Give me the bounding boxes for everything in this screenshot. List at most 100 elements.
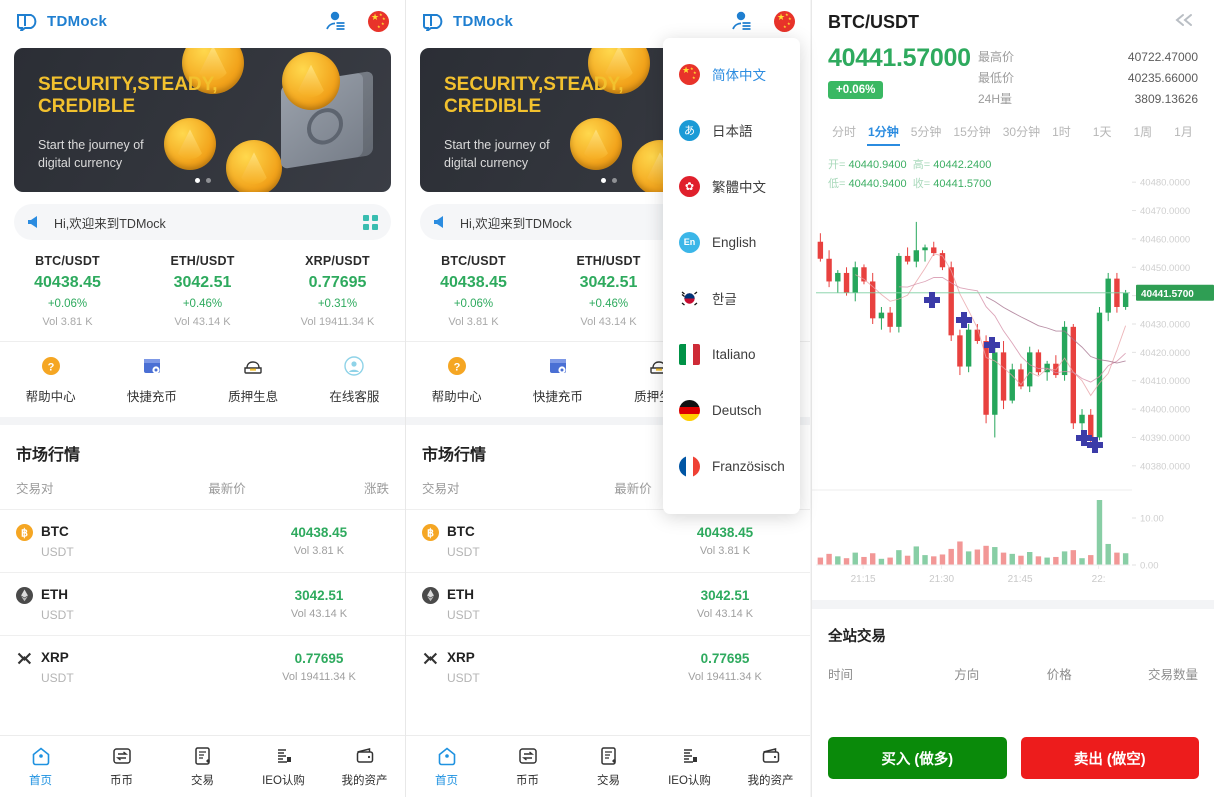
header-icons: ★ ★ ★ ★ ★ bbox=[324, 10, 389, 32]
tab-assets[interactable]: 我的资产 bbox=[730, 745, 810, 788]
row-volume: Vol 43.14 K bbox=[696, 608, 754, 620]
notice-bar[interactable]: Hi,欢迎来到TDMock bbox=[14, 204, 391, 240]
quick-entry-deposit[interactable]: 快捷充币 bbox=[101, 354, 202, 405]
user-account-icon[interactable] bbox=[324, 10, 346, 32]
interval-tab-1d[interactable]: 1天 bbox=[1087, 123, 1118, 146]
phone-panel-primary: TDMock ★ ★ ★ ★ ★ SECURITY,STEADY, CREDIB… bbox=[0, 0, 405, 797]
ticker-card[interactable]: ETH/USDT 3042.51 +0.46% Vol 43.14 K bbox=[135, 254, 270, 328]
tab-trade[interactable]: 交易 bbox=[568, 745, 649, 788]
stat-value: 40722.47000 bbox=[1127, 50, 1198, 64]
row-symbol: XRP bbox=[447, 650, 475, 665]
language-switch-button[interactable]: ★ ★ ★ ★ ★ bbox=[774, 10, 795, 32]
language-option-de[interactable]: Deutsch bbox=[663, 382, 800, 438]
quick-entry-support[interactable]: 在线客服 bbox=[304, 354, 405, 405]
ticker-change: +0.06% bbox=[47, 298, 88, 310]
row-price: 40438.45 bbox=[290, 525, 348, 540]
brand-logo[interactable]: TDMock bbox=[422, 12, 513, 34]
ticker-card[interactable]: BTC/USDT 40438.45 +0.06% Vol 3.81 K bbox=[406, 254, 541, 328]
quick-entry-stake[interactable]: 质押生息 bbox=[203, 354, 304, 405]
ticker-card[interactable]: BTC/USDT 40438.45 +0.06% Vol 3.81 K bbox=[0, 254, 135, 328]
interval-tab-30m[interactable]: 30分钟 bbox=[997, 123, 1046, 146]
tab-home[interactable]: 首页 bbox=[0, 745, 81, 788]
table-row[interactable]: ฿ BTCUSDT 40438.45 Vol 3.81 K +0.06% bbox=[406, 509, 810, 572]
quick-entry-help[interactable]: ? 帮助中心 bbox=[0, 354, 101, 405]
banner-dot[interactable] bbox=[205, 178, 211, 183]
ohlc-open-value: 40440.9400 bbox=[848, 159, 907, 171]
ohlc-open-label: 开= bbox=[828, 159, 846, 171]
row-symbol: BTC bbox=[41, 524, 69, 539]
row-price-cell: 3042.51 Vol 43.14 K bbox=[249, 588, 389, 620]
buy-button[interactable]: 买入 (做多) bbox=[828, 737, 1007, 779]
banner-dot[interactable] bbox=[600, 178, 606, 183]
quick-entry-label: 帮助中心 bbox=[431, 390, 482, 404]
ticker-price: 40438.45 bbox=[34, 274, 101, 291]
tab-coin[interactable]: 币币 bbox=[487, 745, 568, 788]
language-option-ja[interactable]: あ 日本語 bbox=[663, 102, 800, 158]
tab-trade[interactable]: 交易 bbox=[162, 745, 243, 788]
language-option-fr[interactable]: Französisch bbox=[663, 438, 800, 494]
tab-assets[interactable]: 我的资产 bbox=[324, 745, 405, 788]
row-symbol: XRP bbox=[41, 650, 69, 665]
language-option-zh-cn[interactable]: ★ ★ ★ ★ 简体中文 bbox=[663, 46, 800, 102]
ieo-icon bbox=[649, 745, 730, 767]
table-row[interactable]: XRPUSDT 0.77695 Vol 19411.34 K +0.31% bbox=[406, 635, 810, 698]
row-price: 40438.45 bbox=[696, 525, 754, 540]
language-option-ko[interactable]: 한글 bbox=[663, 270, 800, 326]
interval-tab-1m[interactable]: 1分钟 bbox=[862, 123, 905, 146]
ohlc-line-2: 低= 40440.9400 收= 40441.5700 bbox=[828, 175, 991, 194]
row-price: 3042.51 bbox=[700, 588, 750, 603]
ohlc-high-value: 40442.2400 bbox=[933, 159, 992, 171]
language-option-zh-tw[interactable]: ✿ 繁體中文 bbox=[663, 158, 800, 214]
row-pair-cell: ETH USDT bbox=[16, 586, 249, 622]
banner-dot[interactable] bbox=[611, 178, 617, 183]
svg-text:40380.0000: 40380.0000 bbox=[1140, 461, 1190, 472]
table-row[interactable]: ETHUSDT 3042.51 Vol 43.14 K +0.46% bbox=[406, 572, 810, 635]
brand-logo[interactable]: TDMock bbox=[16, 12, 107, 34]
svg-text:10.00: 10.00 bbox=[1140, 514, 1164, 525]
row-pair-cell: XRP USDT bbox=[16, 649, 249, 685]
interval-tab-1w[interactable]: 1周 bbox=[1127, 123, 1158, 146]
tab-ieo[interactable]: IEO认购 bbox=[243, 745, 324, 788]
col-pair: 交易对 bbox=[422, 482, 460, 496]
language-option-en[interactable]: En English bbox=[663, 214, 800, 270]
interval-tab-15m[interactable]: 15分钟 bbox=[947, 123, 996, 146]
grid-apps-icon[interactable] bbox=[363, 214, 378, 230]
trading-panel: BTC/USDT 40441.57000 +0.06% 最高价 40722.47… bbox=[811, 0, 1214, 797]
ticker-card[interactable]: XRP/USDT 0.77695 +0.31% Vol 19411.34 K bbox=[270, 254, 405, 328]
status-badge: +0.06% bbox=[828, 81, 884, 99]
row-quote: USDT bbox=[447, 545, 480, 559]
svg-text:40420.0000: 40420.0000 bbox=[1140, 348, 1190, 359]
td-logo-icon bbox=[16, 12, 40, 34]
user-account-icon[interactable] bbox=[730, 10, 752, 32]
ticker-card[interactable]: ETH/USDT 3042.51 +0.46% Vol 43.14 K bbox=[541, 254, 676, 328]
table-row[interactable]: ฿ BTCUSDT 40438.45 Vol 3.81 K +0.06% bbox=[0, 509, 405, 572]
language-option-it[interactable]: Italiano bbox=[663, 326, 800, 382]
banner-dot[interactable] bbox=[194, 178, 200, 183]
flag-china-icon[interactable]: ★ ★ ★ ★ ★ bbox=[368, 10, 389, 32]
interval-tab-1mo[interactable]: 1月 bbox=[1168, 123, 1199, 146]
coin-graphic bbox=[282, 52, 340, 110]
quick-entry-label: 在线客服 bbox=[329, 390, 380, 404]
tab-label: 交易 bbox=[191, 775, 214, 787]
interval-tab-5m[interactable]: 5分钟 bbox=[905, 123, 948, 146]
interval-tab-fenshi[interactable]: 分时 bbox=[826, 123, 862, 146]
language-option-label: Italiano bbox=[712, 346, 756, 362]
home-icon bbox=[406, 745, 487, 767]
double-chevron-left-icon[interactable] bbox=[1172, 12, 1198, 34]
tab-home[interactable]: 首页 bbox=[406, 745, 487, 788]
quick-entry-label: 质押生息 bbox=[228, 390, 279, 404]
interval-tab-1h[interactable]: 1时 bbox=[1046, 123, 1077, 146]
table-row[interactable]: XRPUSDT 0.77695 Vol 19411.34 K +0.31% bbox=[0, 635, 405, 698]
sell-button[interactable]: 卖出 (做空) bbox=[1020, 737, 1199, 779]
stat-label: 最低价 bbox=[978, 71, 1015, 85]
candlestick-chart[interactable]: 开= 40440.9400 高= 40442.2400 低= 40440.940… bbox=[812, 150, 1214, 600]
quick-entry-help[interactable]: ? 帮助中心 bbox=[406, 354, 507, 405]
trade-icon bbox=[162, 745, 243, 767]
banner-dots[interactable] bbox=[14, 178, 391, 183]
quick-deposit-icon bbox=[507, 354, 608, 378]
tab-coin[interactable]: 币币 bbox=[81, 745, 162, 788]
promo-banner[interactable]: SECURITY,STEADY, CREDIBLE Start the journ… bbox=[14, 48, 391, 192]
tab-ieo[interactable]: IEO认购 bbox=[649, 745, 730, 788]
quick-entry-deposit[interactable]: 快捷充币 bbox=[507, 354, 608, 405]
table-row[interactable]: ETHUSDT 3042.51 Vol 43.14 K +0.46% bbox=[0, 572, 405, 635]
